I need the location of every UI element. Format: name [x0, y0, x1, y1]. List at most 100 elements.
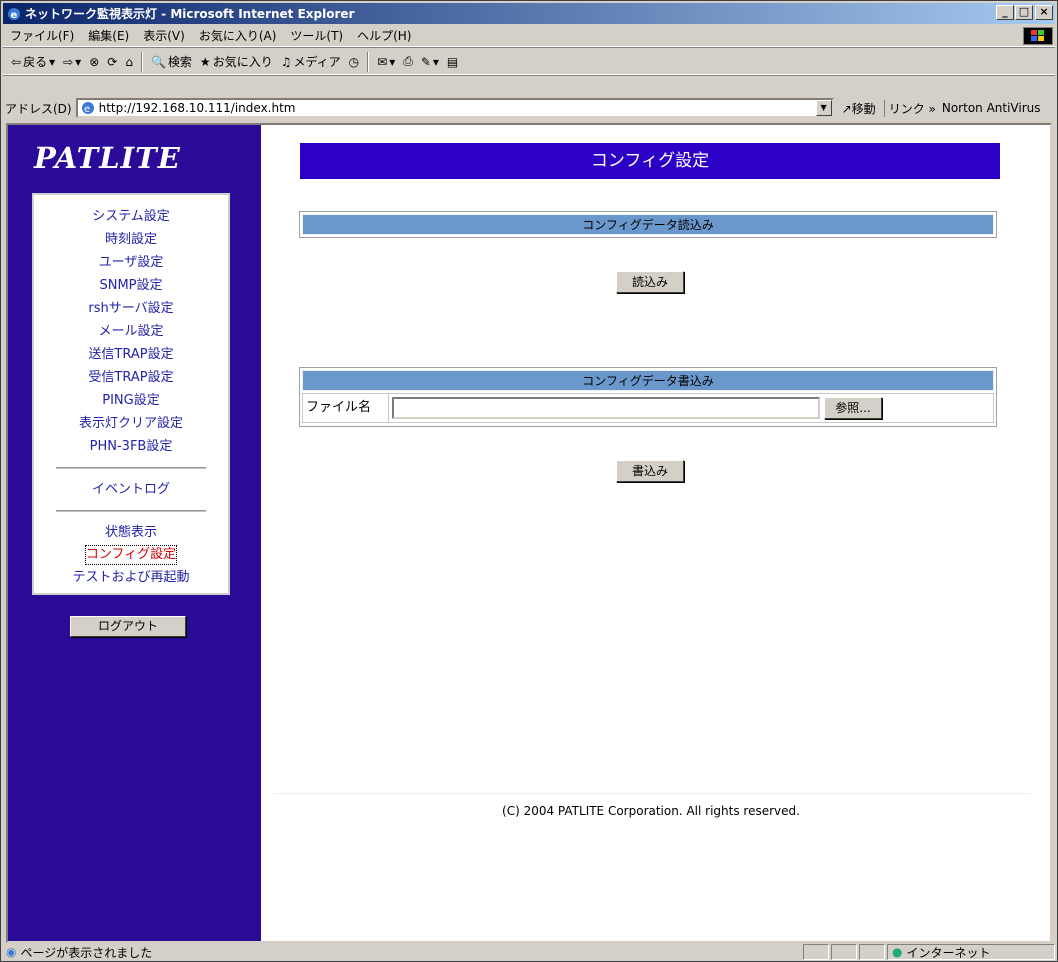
- nav-time[interactable]: 時刻設定: [34, 228, 228, 251]
- links-button[interactable]: リンク »: [883, 99, 936, 117]
- favorites-icon: ★: [199, 54, 211, 69]
- window-title: ネットワーク監視表示灯 - Microsoft Internet Explore…: [25, 7, 355, 21]
- favorites-label: お気に入り: [212, 55, 273, 69]
- address-input[interactable]: e http://192.168.10.111/index.htm ▼: [75, 98, 834, 118]
- search-label: 検索: [167, 55, 192, 69]
- nav-recv-trap[interactable]: 受信TRAP設定: [34, 366, 228, 389]
- logout-button[interactable]: ログアウト: [70, 616, 186, 637]
- menu-edit[interactable]: 編集(E): [81, 27, 136, 44]
- zone-label: インターネット: [906, 945, 991, 960]
- search-button[interactable]: 🔍 検索: [147, 53, 196, 70]
- status-cell: [803, 944, 829, 960]
- main-panel: コンフィグ設定 コンフィグデータ読込み 読込み コンフィグデータ書込み ファイル…: [261, 125, 1050, 941]
- nav-send-trap[interactable]: 送信TRAP設定: [34, 343, 228, 366]
- print-icon: ⎙: [403, 54, 413, 68]
- toolbar-separator: [140, 51, 143, 72]
- chevron-down-icon: ▾: [389, 54, 396, 69]
- nav-phn[interactable]: PHN-3FB設定: [34, 435, 228, 458]
- browser-window: e ネットワーク監視表示灯 - Microsoft Internet Explo…: [0, 0, 1058, 962]
- footer-divider: [273, 793, 1031, 794]
- page-icon: e: [81, 102, 94, 115]
- search-icon: 🔍: [150, 54, 166, 69]
- nav-status[interactable]: 状態表示: [34, 521, 228, 544]
- nav-test-reboot[interactable]: テストおよび再起動: [34, 566, 228, 589]
- chevron-down-icon: ▾: [75, 54, 82, 69]
- menu-file[interactable]: ファイル(F): [3, 27, 81, 44]
- media-button[interactable]: ♫ メディア: [277, 53, 345, 70]
- maximize-button[interactable]: □: [1015, 5, 1033, 20]
- status-cell: [859, 944, 885, 960]
- norton-button[interactable]: Norton AntiVirus: [942, 101, 1041, 115]
- edit-icon: ✎: [420, 54, 431, 69]
- globe-icon: ●: [892, 945, 903, 959]
- menu-bar: ファイル(F) 編集(E) 表示(V) お気に入り(A) ツール(T) ヘルプ(…: [3, 25, 1055, 47]
- browse-button[interactable]: 参照...: [824, 397, 882, 419]
- close-button[interactable]: ×: [1035, 5, 1053, 20]
- sidebar: PATLITE システム設定 時刻設定 ユーザ設定 SNMP設定 rshサーバ設…: [8, 125, 261, 941]
- home-button[interactable]: ⌂: [121, 55, 137, 69]
- write-section-header: コンフィグデータ書込み: [302, 370, 994, 391]
- nav-config[interactable]: コンフィグ設定: [84, 545, 178, 565]
- windows-logo-icon: [1023, 27, 1053, 45]
- nav-mail[interactable]: メール設定: [34, 320, 228, 343]
- nav-ping[interactable]: PING設定: [34, 389, 228, 412]
- media-label: メディア: [293, 55, 341, 69]
- page-content: PATLITE システム設定 時刻設定 ユーザ設定 SNMP設定 rshサーバ設…: [6, 123, 1052, 943]
- refresh-button[interactable]: ⟳: [103, 55, 121, 69]
- menu-tools[interactable]: ツール(T): [283, 27, 350, 44]
- mail-button[interactable]: ✉ ▾: [373, 55, 399, 69]
- back-button[interactable]: ⇦ 戻る ▾: [7, 53, 59, 70]
- nav-rsh[interactable]: rshサーバ設定: [34, 297, 228, 320]
- nav-eventlog[interactable]: イベントログ: [34, 478, 228, 501]
- menu-favorites[interactable]: お気に入り(A): [192, 27, 284, 44]
- write-button[interactable]: 書込み: [616, 460, 684, 482]
- read-section: コンフィグデータ読込み: [299, 211, 997, 238]
- home-icon: ⌂: [125, 54, 133, 69]
- media-icon: ♫: [280, 54, 292, 69]
- nav-lamp-clear[interactable]: 表示灯クリア設定: [34, 412, 228, 435]
- divider: [56, 510, 206, 512]
- nav-system[interactable]: システム設定: [34, 205, 228, 228]
- menu-view[interactable]: 表示(V): [136, 27, 192, 44]
- address-dropdown-button[interactable]: ▼: [815, 100, 832, 116]
- read-button[interactable]: 読込み: [616, 271, 684, 293]
- nav-snmp[interactable]: SNMP設定: [34, 274, 228, 297]
- chevron-down-icon: ▾: [49, 54, 56, 69]
- write-section: コンフィグデータ書込み ファイル名 参照...: [299, 367, 997, 427]
- history-button[interactable]: ◷: [345, 55, 363, 69]
- standard-toolbar: ⇦ 戻る ▾ ⇨ ▾ ⊗ ⟳ ⌂ 🔍 検索 ★ お気に入り ♫ メディア ◷ ✉ ▾ ⎙ ✎ ▾…: [3, 49, 1055, 75]
- discuss-icon: ▤: [446, 54, 459, 69]
- status-cell: [831, 944, 857, 960]
- mail-icon: ✉: [377, 54, 388, 69]
- page-title: コンフィグ設定: [300, 143, 1000, 179]
- title-bar: e ネットワーク監視表示灯 - Microsoft Internet Explo…: [3, 3, 1055, 24]
- copyright: (C) 2004 PATLITE Corporation. All rights…: [502, 804, 800, 818]
- read-section-header: コンフィグデータ読込み: [302, 214, 994, 235]
- file-input[interactable]: [392, 397, 820, 419]
- address-url: http://192.168.10.111/index.htm: [98, 101, 296, 115]
- svg-text:e: e: [84, 104, 90, 115]
- stop-button[interactable]: ⊗: [85, 55, 103, 69]
- favorites-button[interactable]: ★ お気に入り: [196, 53, 277, 70]
- file-row: ファイル名 参照...: [302, 393, 994, 423]
- svg-text:e: e: [11, 10, 18, 21]
- history-icon: ◷: [348, 54, 360, 69]
- address-bar: アドレス(D) e http://192.168.10.111/index.ht…: [3, 96, 1055, 120]
- page-done-icon: ◉: [6, 945, 17, 959]
- edit-button[interactable]: ✎ ▾: [417, 55, 443, 69]
- discuss-button[interactable]: ▤: [443, 55, 462, 69]
- forward-button[interactable]: ⇨ ▾: [59, 55, 85, 69]
- go-button[interactable]: ↗移動: [842, 100, 876, 117]
- minimize-button[interactable]: _: [996, 5, 1014, 20]
- back-arrow-icon: ⇦: [11, 54, 22, 69]
- security-zone: ● インターネット: [887, 944, 1055, 960]
- menu-help[interactable]: ヘルプ(H): [350, 27, 418, 44]
- refresh-icon: ⟳: [107, 54, 118, 69]
- ie-icon: e: [8, 7, 20, 21]
- nav-user[interactable]: ユーザ設定: [34, 251, 228, 274]
- print-button[interactable]: ⎙: [399, 54, 417, 69]
- stop-icon: ⊗: [89, 54, 100, 69]
- toolbar-separator: [367, 51, 370, 72]
- file-label: ファイル名: [303, 394, 389, 422]
- patlite-logo: PATLITE: [34, 141, 181, 175]
